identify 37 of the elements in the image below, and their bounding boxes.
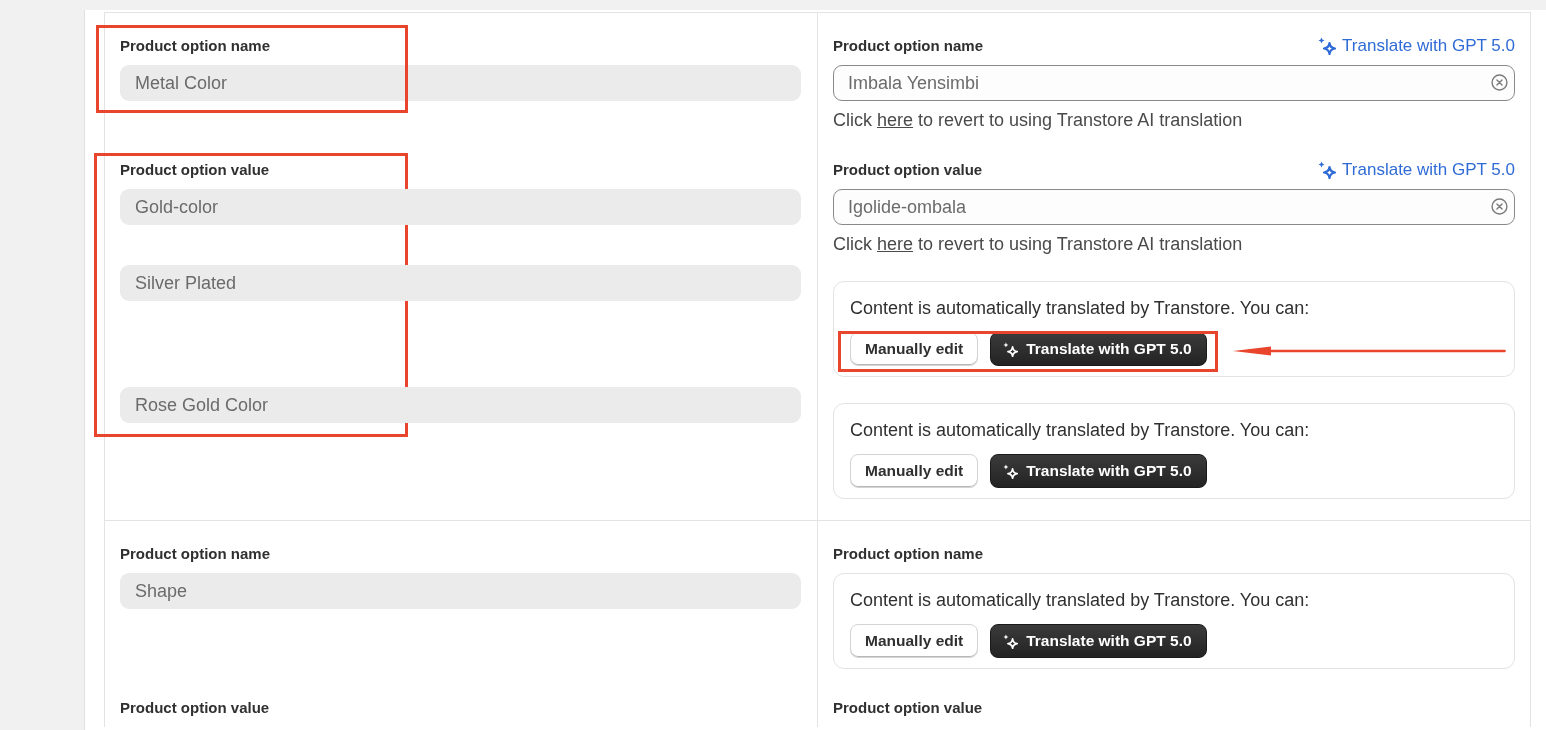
source-text-field[interactable]: Metal Color bbox=[120, 65, 801, 101]
revert-hint: Click here to revert to using Transtore AI translation bbox=[833, 234, 1244, 254]
revert-link[interactable]: here bbox=[877, 234, 914, 254]
source-text-field[interactable]: Shape bbox=[120, 573, 801, 609]
revert-hint: Click here to revert to using Transtore AI translation bbox=[833, 110, 1244, 130]
clear-icon[interactable] bbox=[1491, 198, 1508, 215]
field-label: Product option name bbox=[833, 36, 983, 56]
revert-link[interactable]: here bbox=[877, 110, 914, 130]
translate-link[interactable]: Translate with GPT 5.0 bbox=[1318, 160, 1515, 180]
field-label: Product option name bbox=[833, 544, 983, 564]
card-message: Content is automatically translated by Transtore. You can: bbox=[850, 589, 1311, 611]
translation-field[interactable]: Imbala Yensimbi bbox=[833, 65, 1515, 101]
edit-button[interactable]: Manually edit bbox=[850, 332, 979, 366]
translate-button[interactable]: Translate with GPT 5.0 bbox=[990, 624, 1207, 658]
edit-button[interactable]: Manually edit bbox=[850, 624, 979, 658]
clear-icon[interactable] bbox=[1491, 74, 1508, 91]
field-label: Product option name bbox=[120, 544, 271, 564]
field-label: Product option name bbox=[120, 36, 271, 56]
translate-button[interactable]: Translate with GPT 5.0 bbox=[990, 332, 1207, 366]
source-text-field[interactable]: Silver Plated bbox=[120, 265, 801, 301]
field-label: Product option value bbox=[120, 698, 271, 718]
translate-button[interactable]: Translate with GPT 5.0 bbox=[990, 454, 1207, 488]
field-label: Product option value bbox=[833, 698, 983, 718]
source-text-field[interactable]: Rose Gold Color bbox=[120, 387, 801, 423]
sparkle-icon bbox=[1003, 633, 1019, 649]
source-text-field[interactable]: Gold-color bbox=[120, 189, 801, 225]
translate-link[interactable]: Translate with GPT 5.0 bbox=[1318, 36, 1515, 56]
field-label: Product option value bbox=[833, 160, 983, 180]
sparkle-icon bbox=[1318, 161, 1337, 179]
sparkle-icon bbox=[1003, 463, 1019, 479]
edit-button[interactable]: Manually edit bbox=[850, 454, 979, 488]
card-message: Content is automatically translated by Transtore. You can: bbox=[850, 419, 1311, 441]
sparkle-icon bbox=[1003, 341, 1019, 357]
sparkle-icon bbox=[1318, 37, 1337, 55]
field-label: Product option value bbox=[120, 160, 271, 180]
card-message: Content is automatically translated by Transtore. You can: bbox=[850, 297, 1311, 319]
translation-field[interactable]: Igolide-ombala bbox=[833, 189, 1515, 225]
